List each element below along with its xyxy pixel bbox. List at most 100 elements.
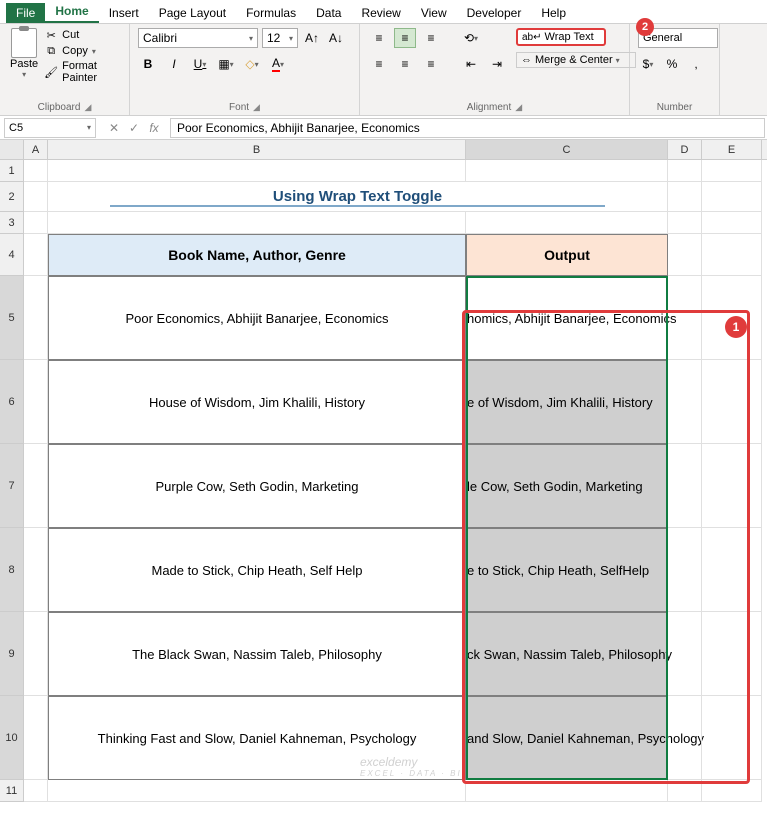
accounting-format-button[interactable]: $▾ xyxy=(638,54,658,74)
row-header[interactable]: 7 xyxy=(0,444,24,528)
cell-c10[interactable]: and Slow, Daniel Kahneman, Psychology xyxy=(466,696,668,780)
table-header-c[interactable]: Output xyxy=(466,234,668,276)
italic-button[interactable]: I xyxy=(164,54,184,74)
col-header-e[interactable]: E xyxy=(702,140,762,159)
cell[interactable] xyxy=(24,696,48,780)
cell[interactable] xyxy=(466,212,668,234)
cell-c7[interactable]: le Cow, Seth Godin, Marketing xyxy=(466,444,668,528)
tab-file[interactable]: File xyxy=(6,3,45,23)
cell-b5[interactable]: Poor Economics, Abhijit Banarjee, Econom… xyxy=(48,276,466,360)
copy-button[interactable]: ⧉Copy▾ xyxy=(44,44,121,58)
name-box[interactable]: C5▾ xyxy=(4,118,96,138)
fill-color-button[interactable]: ◇▾ xyxy=(242,54,262,74)
tab-help[interactable]: Help xyxy=(531,3,576,23)
cell-b6[interactable]: House of Wisdom, Jim Khalili, History xyxy=(48,360,466,444)
row-header[interactable]: 4 xyxy=(0,234,24,276)
cell[interactable] xyxy=(24,360,48,444)
dialog-launcher-icon[interactable]: ◢ xyxy=(253,102,260,113)
cell-b8[interactable]: Made to Stick, Chip Heath, Self Help xyxy=(48,528,466,612)
bold-button[interactable]: B xyxy=(138,54,158,74)
tab-insert[interactable]: Insert xyxy=(99,3,149,23)
cell[interactable] xyxy=(668,528,702,612)
underline-button[interactable]: U▾ xyxy=(190,54,210,74)
cell-c5[interactable]: homics, Abhijit Banarjee, Economics xyxy=(466,276,668,360)
font-size-combo[interactable]: 12▾ xyxy=(262,28,298,48)
font-name-combo[interactable]: Calibri▾ xyxy=(138,28,258,48)
cell[interactable] xyxy=(668,696,702,780)
table-header-b[interactable]: Book Name, Author, Genre xyxy=(48,234,466,276)
cell[interactable] xyxy=(668,612,702,696)
cell[interactable] xyxy=(668,160,702,182)
tab-review[interactable]: Review xyxy=(351,3,410,23)
tab-view[interactable]: View xyxy=(411,3,457,23)
percent-format-button[interactable]: % xyxy=(662,54,682,74)
align-center-button[interactable]: ≡ xyxy=(394,54,416,74)
cell[interactable] xyxy=(702,528,762,612)
decrease-indent-button[interactable]: ⇤ xyxy=(460,54,482,74)
select-all-corner[interactable] xyxy=(0,140,24,159)
increase-indent-button[interactable]: ⇥ xyxy=(486,54,508,74)
col-header-a[interactable]: A xyxy=(24,140,48,159)
cell[interactable] xyxy=(24,444,48,528)
row-header[interactable]: 10 xyxy=(0,696,24,780)
align-bottom-button[interactable]: ≡ xyxy=(420,28,442,48)
cell[interactable] xyxy=(24,276,48,360)
merge-center-button[interactable]: ⇔Merge & Center▾ xyxy=(516,52,636,68)
col-header-b[interactable]: B xyxy=(48,140,466,159)
cell[interactable] xyxy=(702,696,762,780)
cell-b10[interactable]: Thinking Fast and Slow, Daniel Kahneman,… xyxy=(48,696,466,780)
fx-icon[interactable]: fx xyxy=(146,121,162,135)
comma-format-button[interactable]: , xyxy=(686,54,706,74)
tab-formulas[interactable]: Formulas xyxy=(236,3,306,23)
cell[interactable] xyxy=(24,780,48,802)
cell[interactable] xyxy=(24,234,48,276)
wrap-text-button[interactable]: ab↵Wrap Text xyxy=(516,28,606,46)
cell-b9[interactable]: The Black Swan, Nassim Taleb, Philosophy xyxy=(48,612,466,696)
row-header[interactable]: 11 xyxy=(0,780,24,802)
col-header-d[interactable]: D xyxy=(668,140,702,159)
cell[interactable] xyxy=(48,160,466,182)
cell[interactable] xyxy=(24,182,48,212)
col-header-c[interactable]: C xyxy=(466,140,668,159)
formula-input[interactable]: Poor Economics, Abhijit Banarjee, Econom… xyxy=(170,118,765,138)
font-color-button[interactable]: A▾ xyxy=(268,54,288,74)
cell-b7[interactable]: Purple Cow, Seth Godin, Marketing xyxy=(48,444,466,528)
cell[interactable] xyxy=(24,612,48,696)
align-right-button[interactable]: ≡ xyxy=(420,54,442,74)
align-top-button[interactable]: ≡ xyxy=(368,28,390,48)
cell[interactable] xyxy=(702,160,762,182)
cancel-icon[interactable]: ✕ xyxy=(106,121,122,135)
row-header[interactable]: 3 xyxy=(0,212,24,234)
cell[interactable] xyxy=(24,160,48,182)
row-header[interactable]: 1 xyxy=(0,160,24,182)
cell[interactable] xyxy=(702,182,762,212)
increase-font-button[interactable]: A↑ xyxy=(302,28,322,48)
cell[interactable] xyxy=(702,234,762,276)
decrease-font-button[interactable]: A↓ xyxy=(326,28,346,48)
cell[interactable] xyxy=(466,780,668,802)
cell[interactable] xyxy=(702,360,762,444)
cell[interactable] xyxy=(668,182,702,212)
cell[interactable] xyxy=(668,444,702,528)
cell[interactable] xyxy=(668,276,702,360)
dialog-launcher-icon[interactable]: ◢ xyxy=(515,102,522,113)
cell[interactable] xyxy=(668,360,702,444)
orientation-button[interactable]: ⟲▾ xyxy=(460,28,482,48)
row-header[interactable]: 5 xyxy=(0,276,24,360)
align-left-button[interactable]: ≡ xyxy=(368,54,390,74)
cell[interactable] xyxy=(702,212,762,234)
paste-button[interactable]: Paste ▾ xyxy=(8,28,40,84)
cell[interactable] xyxy=(702,612,762,696)
row-header[interactable]: 8 xyxy=(0,528,24,612)
cell[interactable] xyxy=(48,212,466,234)
cut-button[interactable]: ✂Cut xyxy=(44,28,121,42)
cell[interactable] xyxy=(702,444,762,528)
cell-c9[interactable]: ck Swan, Nassim Taleb, Philosophy xyxy=(466,612,668,696)
title-cell[interactable]: Using Wrap Text Toggle xyxy=(48,182,668,212)
cell-c6[interactable]: e of Wisdom, Jim Khalili, History xyxy=(466,360,668,444)
tab-developer[interactable]: Developer xyxy=(457,3,532,23)
row-header[interactable]: 6 xyxy=(0,360,24,444)
cell[interactable] xyxy=(24,212,48,234)
cell[interactable] xyxy=(668,234,702,276)
cell[interactable] xyxy=(702,780,762,802)
